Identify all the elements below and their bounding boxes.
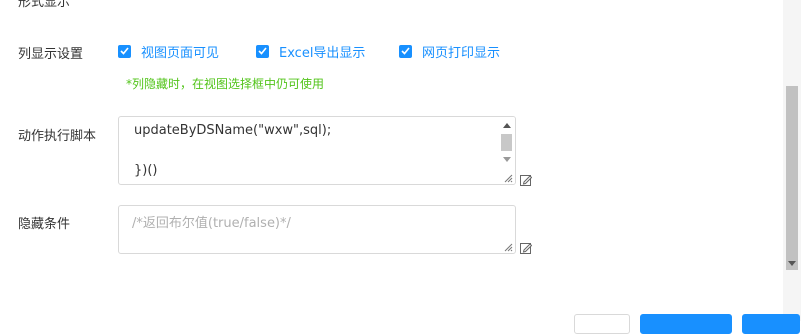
confirm-button[interactable]: [742, 314, 800, 334]
action-script-textarea[interactable]: . updateByDSName("wxw",sql); })(): [118, 116, 516, 185]
resize-handle-icon[interactable]: [503, 242, 513, 252]
checkbox-label: Excel导出显示: [279, 45, 366, 61]
column-hidden-hint: *列隐藏时，在视图选择框中仍可使用: [126, 77, 325, 91]
checkbox-view-page-visible[interactable]: 视图页面可见: [118, 43, 220, 61]
checkbox-web-print-display[interactable]: 网页打印显示: [399, 43, 501, 61]
page-scrollbar[interactable]: [783, 0, 801, 321]
cancel-button[interactable]: [574, 314, 630, 334]
checkbox-checked-icon: [256, 44, 269, 58]
script-line-partial: .: [134, 117, 146, 120]
checkbox-checked-icon: [118, 44, 131, 58]
scroll-down-arrow-icon[interactable]: [503, 157, 511, 162]
section-title: 形式显示: [18, 0, 71, 10]
checkbox-label: 网页打印显示: [422, 45, 501, 61]
checkbox-checked-icon: [399, 44, 412, 58]
column-display-label: 列显示设置: [18, 47, 84, 62]
scroll-up-arrow-icon[interactable]: [503, 123, 511, 128]
resize-handle-icon[interactable]: [503, 173, 513, 183]
script-line: updateByDSName("wxw",sql);: [134, 123, 332, 138]
scroll-down-arrow-icon[interactable]: [788, 261, 796, 266]
primary-action-button[interactable]: [640, 314, 732, 334]
hide-condition-textarea[interactable]: /*返回布尔值(true/false)*/: [118, 205, 516, 254]
hide-condition-label: 隐藏条件: [18, 217, 71, 232]
edit-icon[interactable]: [520, 242, 532, 254]
action-script-label: 动作执行脚本: [18, 129, 97, 144]
scrollbar-thumb[interactable]: [501, 134, 512, 151]
hide-condition-placeholder: /*返回布尔值(true/false)*/: [132, 216, 291, 231]
page-scrollbar-thumb[interactable]: [786, 86, 798, 270]
edit-icon[interactable]: [520, 174, 532, 186]
checkbox-label: 视图页面可见: [141, 45, 220, 61]
checkbox-excel-export-display[interactable]: Excel导出显示: [256, 43, 366, 61]
script-line: })(): [134, 163, 158, 178]
